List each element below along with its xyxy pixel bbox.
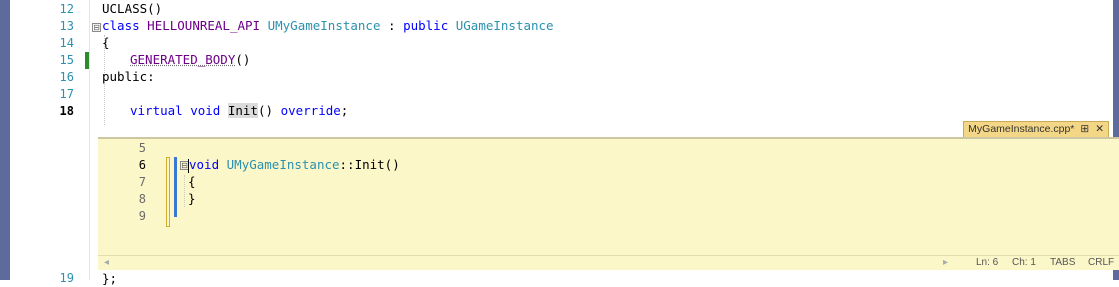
semicolon: ; <box>340 103 349 118</box>
line-number: 15 <box>59 53 74 67</box>
line-number: 19 <box>59 271 74 285</box>
init-definition: ::Init() <box>339 157 400 172</box>
peek-definition-tab[interactable]: MyGameInstance.cpp* ⊞ ✕ <box>963 121 1109 138</box>
call-parens: () <box>257 103 274 118</box>
virtual-keyword: virtual <box>130 103 183 118</box>
peek-code-line-7: { <box>188 174 196 189</box>
peek-selection-bar <box>174 157 177 217</box>
line-number: 16 <box>59 70 74 84</box>
code-line-13: class HELLOUNREAL_API UMyGameInstance : … <box>102 17 554 34</box>
class-name: UMyGameInstance <box>226 157 340 172</box>
inheritance-separator: : <box>380 18 404 33</box>
class-keyword: class <box>102 18 140 33</box>
call-parens: () <box>235 52 251 67</box>
peek-status-bar: ◂ ▸ Ln: 6 Ch: 1 TABS CRLF <box>98 255 1119 270</box>
void-keyword: void <box>190 103 221 118</box>
peek-code-line-8: } <box>188 191 196 206</box>
scroll-left-icon[interactable]: ◂ <box>104 257 109 268</box>
selection-margin <box>89 0 90 280</box>
base-class-name: UGameInstance <box>455 18 554 33</box>
line-number: 14 <box>59 36 74 50</box>
pin-icon[interactable]: ⊞ <box>1080 122 1089 137</box>
line-number: 13 <box>59 19 74 33</box>
column-indicator: Ch: 1 <box>1012 257 1036 268</box>
line-number: 12 <box>59 2 74 16</box>
peek-line-number: 9 <box>138 209 146 223</box>
line-indicator: Ln: 6 <box>976 257 999 268</box>
peek-file-name[interactable]: MyGameInstance.cpp* <box>968 122 1074 137</box>
code-line-14: { <box>102 35 110 50</box>
indent-guide <box>184 175 185 207</box>
code-editor[interactable]: 12 13 14 15 16 17 18 19 ⊟ UCLASS() class… <box>10 0 1119 286</box>
line-number-current: 18 <box>59 104 74 118</box>
void-keyword: void <box>189 157 220 172</box>
line-number: 17 <box>59 87 74 101</box>
peek-line-number: 5 <box>138 141 146 155</box>
code-line-12: UCLASS() <box>102 0 162 17</box>
override-keyword: override <box>280 103 341 118</box>
scroll-right-icon[interactable]: ▸ <box>943 257 948 268</box>
peek-code-line-6: void UMyGameInstance::Init() <box>188 156 400 173</box>
code-line-19: }; <box>102 271 118 286</box>
code-line-15: GENERATED_BODY() <box>130 51 250 68</box>
api-macro: HELLOUNREAL_API <box>147 18 261 33</box>
window-frame-left <box>0 0 10 280</box>
peek-line-number: 8 <box>138 192 146 206</box>
uclass-macro: UCLASS() <box>102 1 163 16</box>
generated-body-macro: GENERATED_BODY <box>130 52 236 67</box>
code-line-16: public: <box>102 69 155 84</box>
peek-definition-window[interactable]: 5 6 7 8 9 ⊟ void UMyGameInstance::Init()… <box>98 137 1119 270</box>
code-line-18: virtual void Init() override; <box>130 102 348 119</box>
peek-line-number: 7 <box>138 175 146 189</box>
public-keyword: public <box>403 18 449 33</box>
peek-line-number-current: 6 <box>138 158 146 172</box>
init-function-name[interactable]: Init <box>227 103 258 118</box>
line-ending-indicator[interactable]: CRLF <box>1088 257 1114 268</box>
peek-change-marker <box>166 157 170 227</box>
close-icon[interactable]: ✕ <box>1095 122 1104 137</box>
change-indicator-bar <box>85 52 89 69</box>
class-name: UMyGameInstance <box>267 18 381 33</box>
collapse-region-icon[interactable]: ⊟ <box>92 23 101 32</box>
indent-mode-indicator[interactable]: TABS <box>1050 257 1075 268</box>
